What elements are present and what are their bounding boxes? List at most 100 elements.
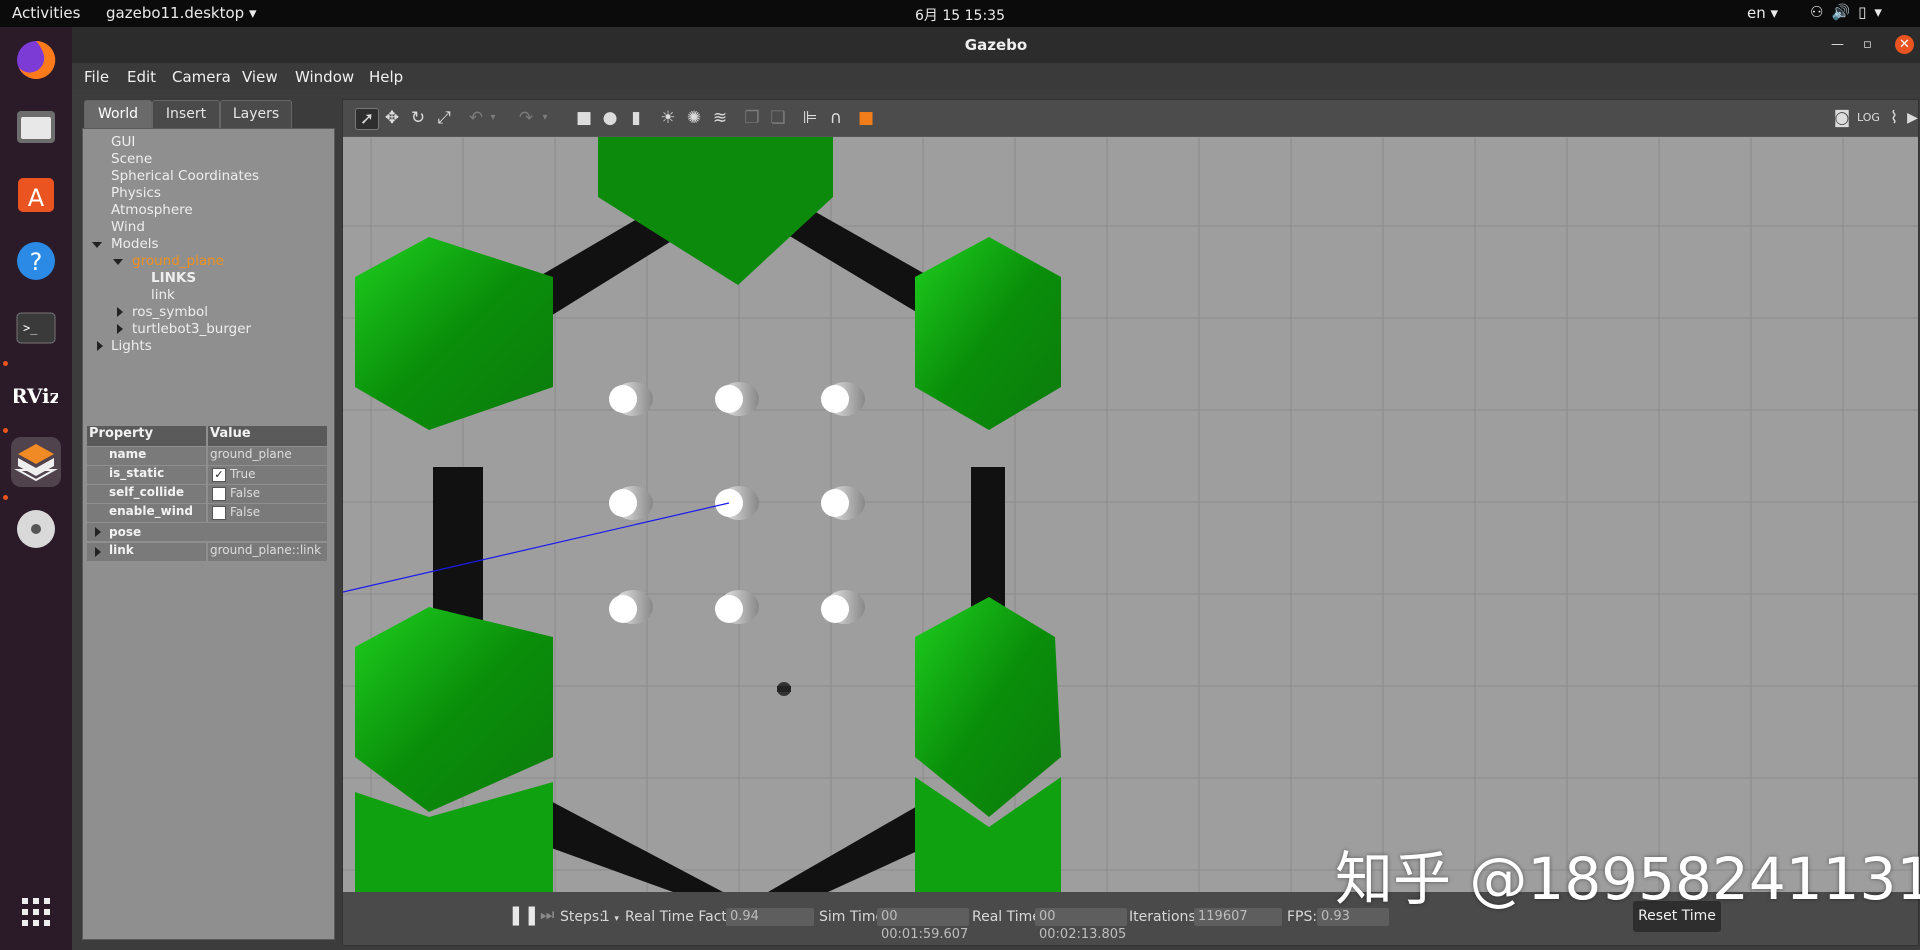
spot-light-button[interactable]: ✺: [683, 108, 705, 128]
screenshot-button[interactable]: ◙: [1831, 108, 1853, 128]
step-button[interactable]: ⏭: [540, 905, 554, 925]
show-applications-button[interactable]: [11, 887, 61, 937]
collapse-arrow-icon[interactable]: [95, 547, 101, 557]
property-value-cell[interactable]: ✓ True: [208, 466, 327, 484]
close-button[interactable]: ✕: [1895, 35, 1914, 54]
undo-button[interactable]: ↶: [465, 108, 487, 128]
tab-layers[interactable]: Layers: [220, 100, 292, 128]
property-value[interactable]: ground_plane: [208, 447, 327, 465]
view-angle-button[interactable]: ■: [855, 108, 877, 128]
tree-gui[interactable]: GUI: [111, 134, 135, 150]
maximize-button[interactable]: ▫: [1863, 37, 1872, 52]
paste-button[interactable]: ❏: [767, 108, 789, 128]
firefox-launcher[interactable]: [11, 35, 61, 85]
cylinder-shape-icon: ▮: [631, 108, 641, 128]
property-row-pose[interactable]: pose: [87, 523, 327, 541]
menu-view[interactable]: View: [242, 68, 278, 86]
tree-ros-symbol[interactable]: ros_symbol: [132, 304, 208, 320]
property-row-is-static[interactable]: is_static ✓ True: [87, 466, 327, 484]
property-row-enable-wind[interactable]: enable_wind False: [87, 504, 327, 522]
spot-light-icon: ✺: [686, 108, 702, 128]
tree-turtlebot3-burger[interactable]: turtlebot3_burger: [132, 321, 251, 337]
align-button[interactable]: ⊫: [799, 108, 821, 128]
video-record-button[interactable]: ▶: [1907, 108, 1918, 128]
scene-canvas[interactable]: [343, 137, 1918, 892]
system-tray[interactable]: ⚇🔊▯▾: [1810, 3, 1890, 21]
property-row-self-collide[interactable]: self_collide False: [87, 485, 327, 503]
redo-button[interactable]: ↷: [515, 108, 537, 128]
property-value[interactable]: ground_plane::link: [208, 543, 327, 561]
checkbox-label: True: [230, 467, 256, 481]
undo-history-button[interactable]: ▾: [487, 108, 499, 128]
property-row-name[interactable]: name ground_plane: [87, 447, 327, 465]
menu-window[interactable]: Window: [295, 68, 354, 86]
checkbox-unchecked[interactable]: [212, 506, 226, 520]
tree-wind[interactable]: Wind: [111, 219, 145, 235]
scale-mode-button[interactable]: ⤢: [433, 108, 455, 128]
3d-scene[interactable]: [343, 137, 1918, 892]
point-light-button[interactable]: ☀: [657, 108, 679, 128]
property-row-link[interactable]: link ground_plane::link: [87, 543, 327, 561]
menu-file[interactable]: File: [84, 68, 109, 86]
sim-time-field[interactable]: 00 00:01:59.607: [877, 908, 969, 942]
collapse-arrow-icon[interactable]: [95, 527, 101, 537]
rviz-launcher[interactable]: RViz: [11, 370, 61, 420]
tab-insert[interactable]: Insert: [152, 100, 220, 128]
files-launcher[interactable]: [11, 102, 61, 152]
log-button[interactable]: LOG: [1857, 108, 1880, 128]
sphere-button[interactable]: ●: [599, 108, 621, 128]
tree-ground-plane[interactable]: ground_plane: [132, 253, 224, 269]
checkbox-unchecked[interactable]: [212, 487, 226, 501]
real-time-field[interactable]: 00 00:02:13.805: [1035, 908, 1127, 942]
snap-icon: ∩: [829, 108, 843, 128]
menu-bar: File Edit Camera View Window Help: [72, 63, 1920, 89]
software-launcher[interactable]: A: [11, 169, 61, 219]
tree-link[interactable]: link: [151, 287, 175, 303]
turtlebot-robot[interactable]: [777, 682, 791, 696]
expand-arrow-icon[interactable]: [113, 259, 123, 265]
select-mode-button[interactable]: ➚: [355, 108, 379, 130]
steps-spinner[interactable]: 1 ▾: [601, 909, 619, 925]
tree-atmosphere[interactable]: Atmosphere: [111, 202, 193, 218]
plot-button[interactable]: ⌇: [1883, 108, 1905, 128]
language-selector[interactable]: en ▾: [1747, 4, 1778, 22]
collapse-arrow-icon[interactable]: [97, 341, 103, 351]
minimize-button[interactable]: —: [1831, 37, 1844, 52]
checkbox-checked[interactable]: ✓: [212, 468, 226, 482]
pillar: [821, 382, 865, 416]
property-value-cell[interactable]: False: [208, 504, 327, 522]
rotate-mode-button[interactable]: ↻: [407, 108, 429, 128]
menu-help[interactable]: Help: [369, 68, 403, 86]
menu-camera[interactable]: Camera: [172, 68, 231, 86]
fps-label: FPS:: [1287, 909, 1318, 925]
disc-launcher[interactable]: [11, 504, 61, 554]
collapse-arrow-icon[interactable]: [117, 324, 123, 334]
help-launcher[interactable]: ?: [11, 236, 61, 286]
pause-button[interactable]: ❚❚: [508, 904, 540, 926]
left-panel: World Insert Layers GUI Scene Spherical …: [82, 99, 335, 942]
running-indicator: [3, 428, 8, 433]
cylinder-button[interactable]: ▮: [625, 108, 647, 128]
clock[interactable]: 6月 15 15:35: [0, 5, 1920, 25]
tree-spherical-coordinates[interactable]: Spherical Coordinates: [111, 168, 259, 184]
tree-models[interactable]: Models: [111, 236, 159, 252]
redo-history-button[interactable]: ▾: [539, 108, 551, 128]
iterations-field[interactable]: 119607: [1194, 908, 1282, 926]
tree-lights[interactable]: Lights: [111, 338, 152, 354]
gazebo-launcher[interactable]: [11, 437, 61, 487]
property-value-cell[interactable]: False: [208, 485, 327, 503]
expand-arrow-icon[interactable]: [92, 242, 102, 248]
title-bar[interactable]: Gazebo — ▫ ✕: [72, 27, 1920, 63]
translate-mode-button[interactable]: ✥: [381, 108, 403, 128]
tree-scene[interactable]: Scene: [111, 151, 152, 167]
terminal-launcher[interactable]: >_: [11, 303, 61, 353]
rtf-field[interactable]: 0.94: [726, 908, 814, 926]
menu-edit[interactable]: Edit: [127, 68, 156, 86]
collapse-arrow-icon[interactable]: [117, 307, 123, 317]
tab-world[interactable]: World: [84, 100, 152, 128]
snap-button[interactable]: ∩: [825, 108, 847, 128]
directional-light-button[interactable]: ≋: [709, 108, 731, 128]
copy-button[interactable]: ❐: [741, 108, 763, 128]
tree-physics[interactable]: Physics: [111, 185, 161, 201]
box-button[interactable]: ■: [573, 108, 595, 128]
